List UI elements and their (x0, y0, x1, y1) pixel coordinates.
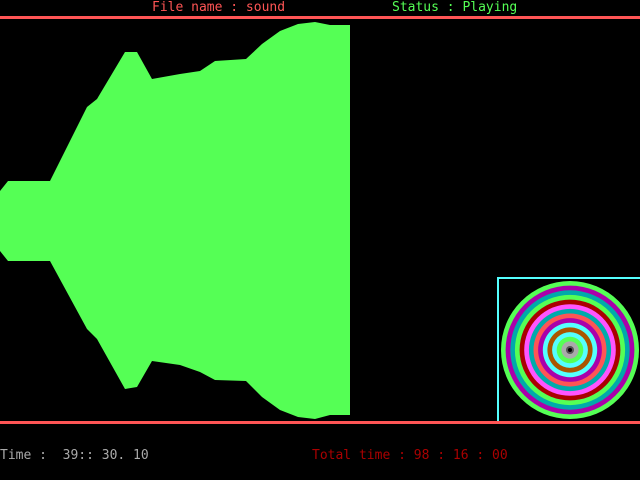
elapsed-time-readout: Time : 39:: 30. 10 (0, 448, 149, 463)
speaker-cone-waveform-icon (0, 22, 350, 419)
title-bar: File name : sound Status : Playing (0, 0, 640, 16)
bottom-divider (0, 421, 640, 424)
disc-hub (568, 348, 572, 352)
file-name-label: File name : sound (152, 0, 286, 15)
total-time-readout: Total time : 98 : 16 : 00 (312, 448, 508, 463)
spinning-disc-icon (501, 281, 639, 419)
playback-status-label: Status : Playing (392, 0, 518, 15)
